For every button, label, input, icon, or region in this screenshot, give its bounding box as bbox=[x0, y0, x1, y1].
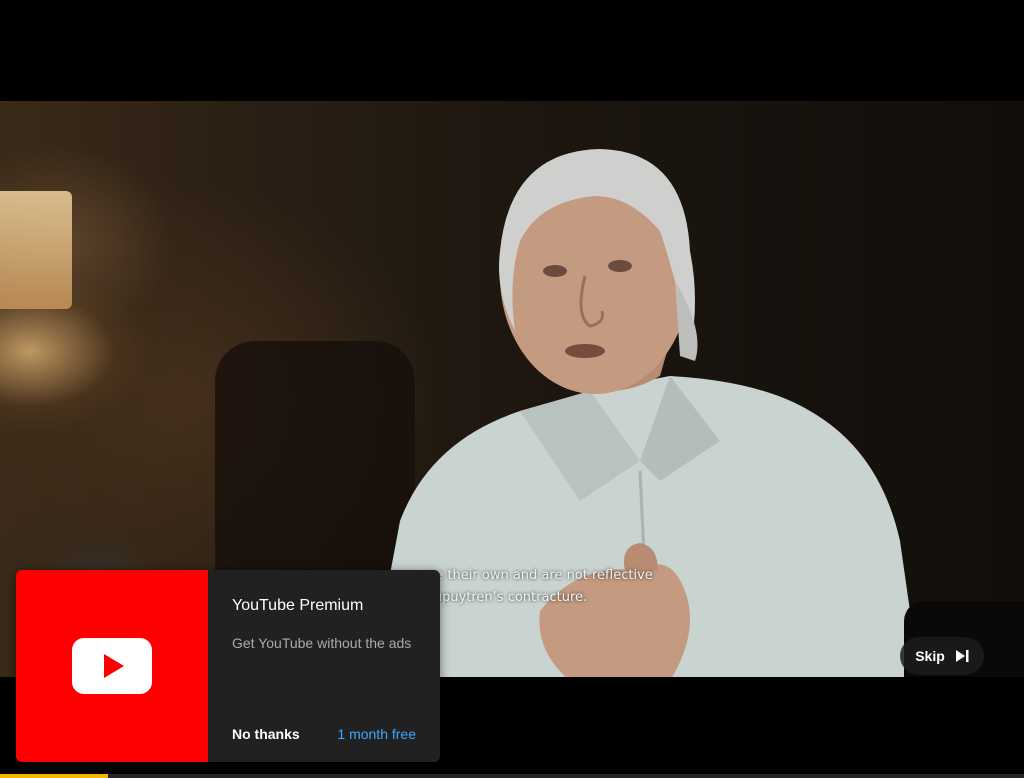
subtitle-line: ences are their own and are not reflecti… bbox=[380, 568, 653, 583]
promo-description: Get YouTube without the ads bbox=[232, 635, 412, 651]
ad-progress-bar[interactable] bbox=[0, 774, 1024, 778]
premium-promo-card: YouTube Premium Get YouTube without the … bbox=[16, 570, 440, 762]
skip-next-icon bbox=[955, 649, 969, 663]
subtitle-line: e with Dupuytren’s contracture. bbox=[380, 590, 588, 605]
promo-title: YouTube Premium bbox=[232, 597, 364, 614]
promo-thumbnail bbox=[16, 570, 208, 762]
subtitle-overlay: ences are their own and are not reflecti… bbox=[380, 565, 800, 609]
free-trial-button[interactable]: 1 month free bbox=[337, 726, 416, 742]
promo-actions: No thanks 1 month free bbox=[208, 724, 440, 744]
background-lamp bbox=[0, 191, 72, 309]
video-player[interactable]: ences are their own and are not reflecti… bbox=[0, 0, 1024, 778]
youtube-logo-icon bbox=[72, 638, 152, 694]
promo-content: YouTube Premium Get YouTube without the … bbox=[208, 570, 440, 762]
no-thanks-button[interactable]: No thanks bbox=[232, 726, 300, 742]
ad-progress-fill bbox=[0, 774, 108, 778]
skip-ad-button[interactable]: Skip bbox=[900, 637, 984, 675]
skip-label: Skip bbox=[915, 648, 945, 664]
